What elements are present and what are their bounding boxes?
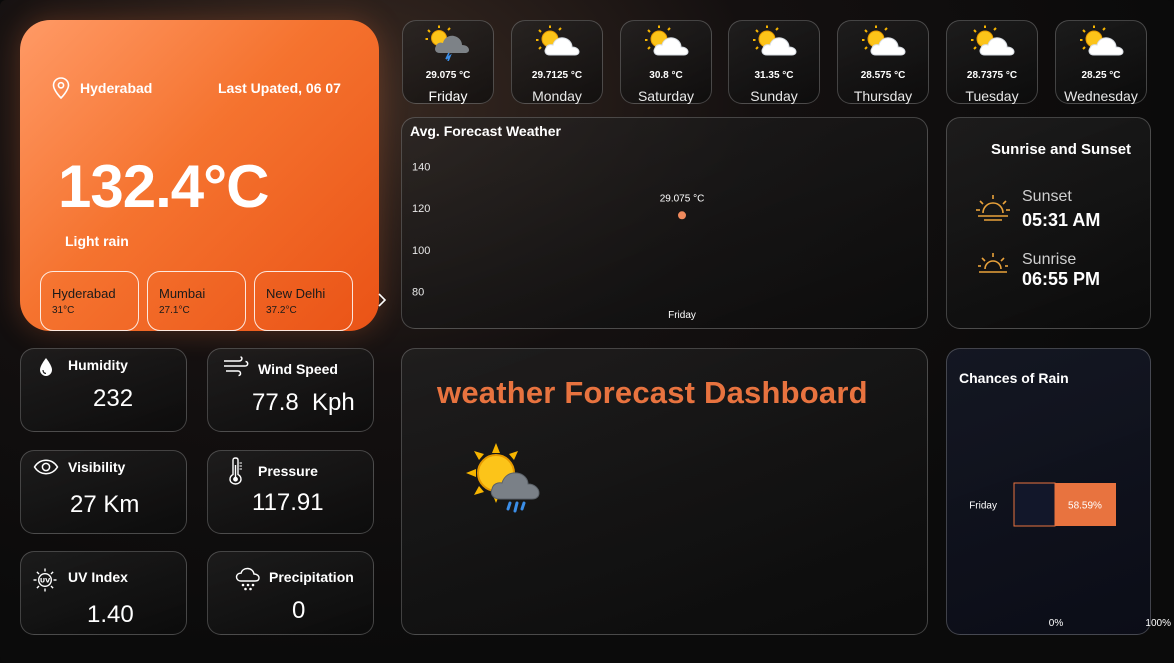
partly-cloudy-icon xyxy=(862,25,906,56)
partly-cloudy-icon xyxy=(1080,25,1124,56)
bar-label: 58.59% xyxy=(1068,501,1102,512)
humidity-value: 232 xyxy=(93,385,134,412)
forecast-temp: 29.075 °C xyxy=(425,70,471,81)
city-chip-temp: 37.2°C xyxy=(266,305,297,316)
chevron-right-icon[interactable] xyxy=(376,291,388,309)
partly-cloudy-icon xyxy=(753,25,797,56)
city-chip-hyderabad[interactable]: Hyderabad 31°C xyxy=(40,271,139,331)
sunset-label: Sunset xyxy=(1022,188,1072,205)
visibility-card: Visibility 27 Km xyxy=(20,450,187,534)
data-label: 29.075 °C xyxy=(660,193,705,204)
forecast-day-name: Wednesday xyxy=(1064,88,1138,104)
uv-index-card: UV UV Index 1.40 xyxy=(20,551,187,635)
visibility-value: 27 Km xyxy=(70,491,140,518)
sunset-time: 05:31 AM xyxy=(1022,210,1101,230)
data-point[interactable] xyxy=(678,211,686,220)
city-chip-temp: 27.1°C xyxy=(159,305,190,316)
x-axis-min-label: 0% xyxy=(1049,618,1064,629)
forecast-day-monday[interactable]: 29.7125 °C Monday xyxy=(511,20,603,104)
precipitation-value: 0 xyxy=(292,597,306,624)
forecast-day-name: Sunday xyxy=(750,88,798,104)
location-pin-icon xyxy=(52,77,70,99)
current-temperature: 132.4°C xyxy=(58,153,269,220)
forecast-day-name: Thursday xyxy=(853,88,913,104)
city-chip-name: New Delhi xyxy=(266,286,326,301)
partly-cloudy-icon xyxy=(971,25,1015,56)
forecast-day-name: Friday xyxy=(428,88,468,104)
forecast-day-sunday[interactable]: 31.35 °C Sunday xyxy=(728,20,820,104)
sunset-icon xyxy=(976,195,1010,221)
sunrise-time: 06:55 PM xyxy=(1022,269,1101,289)
forecast-temp: 29.7125 °C xyxy=(531,70,583,81)
forecast-day-name: Monday xyxy=(532,88,582,104)
svg-text:UV: UV xyxy=(40,577,50,585)
forecast-temp: 28.25 °C xyxy=(1081,70,1121,81)
forecast-day-wednesday[interactable]: 28.25 °C Wednesday xyxy=(1055,20,1147,104)
uv-index-value: 1.40 xyxy=(87,601,134,628)
current-condition: Light rain xyxy=(65,233,129,249)
wind-speed-label: Wind Speed xyxy=(258,361,338,377)
partly-cloudy-icon xyxy=(645,25,689,56)
forecast-temp: 28.7375 °C xyxy=(966,70,1018,81)
rain-cloud-sun-icon xyxy=(425,25,469,61)
sunrise-icon xyxy=(978,253,1008,273)
city-chip-temp: 31°C xyxy=(52,305,75,316)
x-axis-max-label: 100% xyxy=(1145,618,1171,629)
chances-of-rain-chart: Friday 58.59% 0% 100% xyxy=(969,482,1171,629)
y-tick-label: 80 xyxy=(412,287,424,299)
pressure-label: Pressure xyxy=(258,463,318,479)
eye-icon xyxy=(33,459,59,475)
city-chip-mumbai[interactable]: Mumbai 27.1°C xyxy=(147,271,246,331)
wind-speed-value: 77.8 Kph xyxy=(252,389,355,416)
partly-cloudy-icon xyxy=(536,25,580,56)
chances-of-rain-card: Chances of Rain Friday 58.59% 0% 100% xyxy=(946,348,1171,635)
pressure-card: Pressure 117.91 xyxy=(207,450,374,534)
sunrise-label: Sunrise xyxy=(1022,251,1077,268)
visibility-label: Visibility xyxy=(68,459,126,475)
wind-icon xyxy=(224,356,249,377)
forecast-day-name: Tuesday xyxy=(965,88,1019,104)
humidity-card: Humidity 232 xyxy=(20,348,187,432)
sun-rain-cloud-icon xyxy=(466,443,540,513)
forecast-day-thursday[interactable]: 28.575 °C Thursday xyxy=(837,20,929,104)
city-chip-new-delhi[interactable]: New Delhi 37.2°C xyxy=(254,271,353,331)
humidity-label: Humidity xyxy=(68,357,128,373)
y-tick-label: 120 xyxy=(412,203,430,215)
city-chip-name: Hyderabad xyxy=(52,286,116,301)
current-city: Hyderabad xyxy=(80,80,153,96)
y-tick-label: 100 xyxy=(412,245,430,257)
pressure-value: 117.91 xyxy=(252,489,324,516)
last-updated: Last Upated, 06 07 xyxy=(218,80,341,96)
wind-speed-card: Wind Speed 77.8 Kph xyxy=(207,348,374,432)
forecast-day-name: Saturday xyxy=(637,88,695,104)
y-tick-label: 140 xyxy=(412,162,430,174)
forecast-day-saturday[interactable]: 30.8 °C Saturday xyxy=(620,20,712,104)
droplet-icon xyxy=(40,358,52,376)
forecast-temp: 28.575 °C xyxy=(860,70,906,81)
sunrise-sunset-card: Sunrise and Sunset Sunset 05:31 AM Sunri… xyxy=(946,117,1151,329)
avg-forecast-chart-card: Avg. Forecast Weather 140 120 100 80 29.075 … xyxy=(401,117,928,329)
rain-cloud-icon xyxy=(235,567,260,591)
category-label: Friday xyxy=(969,501,997,512)
sunrise-sunset-title: Sunrise and Sunset xyxy=(991,141,1132,158)
precipitation-card: Precipitation 0 xyxy=(207,551,374,635)
bar-remainder xyxy=(1013,482,1056,527)
x-tick-label: Friday xyxy=(668,310,696,321)
uv-sun-icon: UV xyxy=(33,568,57,592)
dashboard-title: weather Forecast Dashboard xyxy=(437,375,868,410)
forecast-day-friday[interactable]: 29.075 °C Friday xyxy=(402,20,494,104)
forecast-temp: 31.35 °C xyxy=(754,70,794,81)
forecast-day-tuesday[interactable]: 28.7375 °C Tuesday xyxy=(946,20,1038,104)
precipitation-label: Precipitation xyxy=(269,569,354,585)
forecast-temp: 30.8 °C xyxy=(649,70,683,81)
avg-forecast-chart: 140 120 100 80 29.075 °C Friday xyxy=(412,162,705,321)
city-chip-name: Mumbai xyxy=(159,286,206,301)
thermometer-icon xyxy=(229,457,242,485)
current-weather-card: Hyderabad Last Upated, 06 07 132.4°C Lig… xyxy=(20,20,387,331)
uv-index-label: UV Index xyxy=(68,569,128,585)
